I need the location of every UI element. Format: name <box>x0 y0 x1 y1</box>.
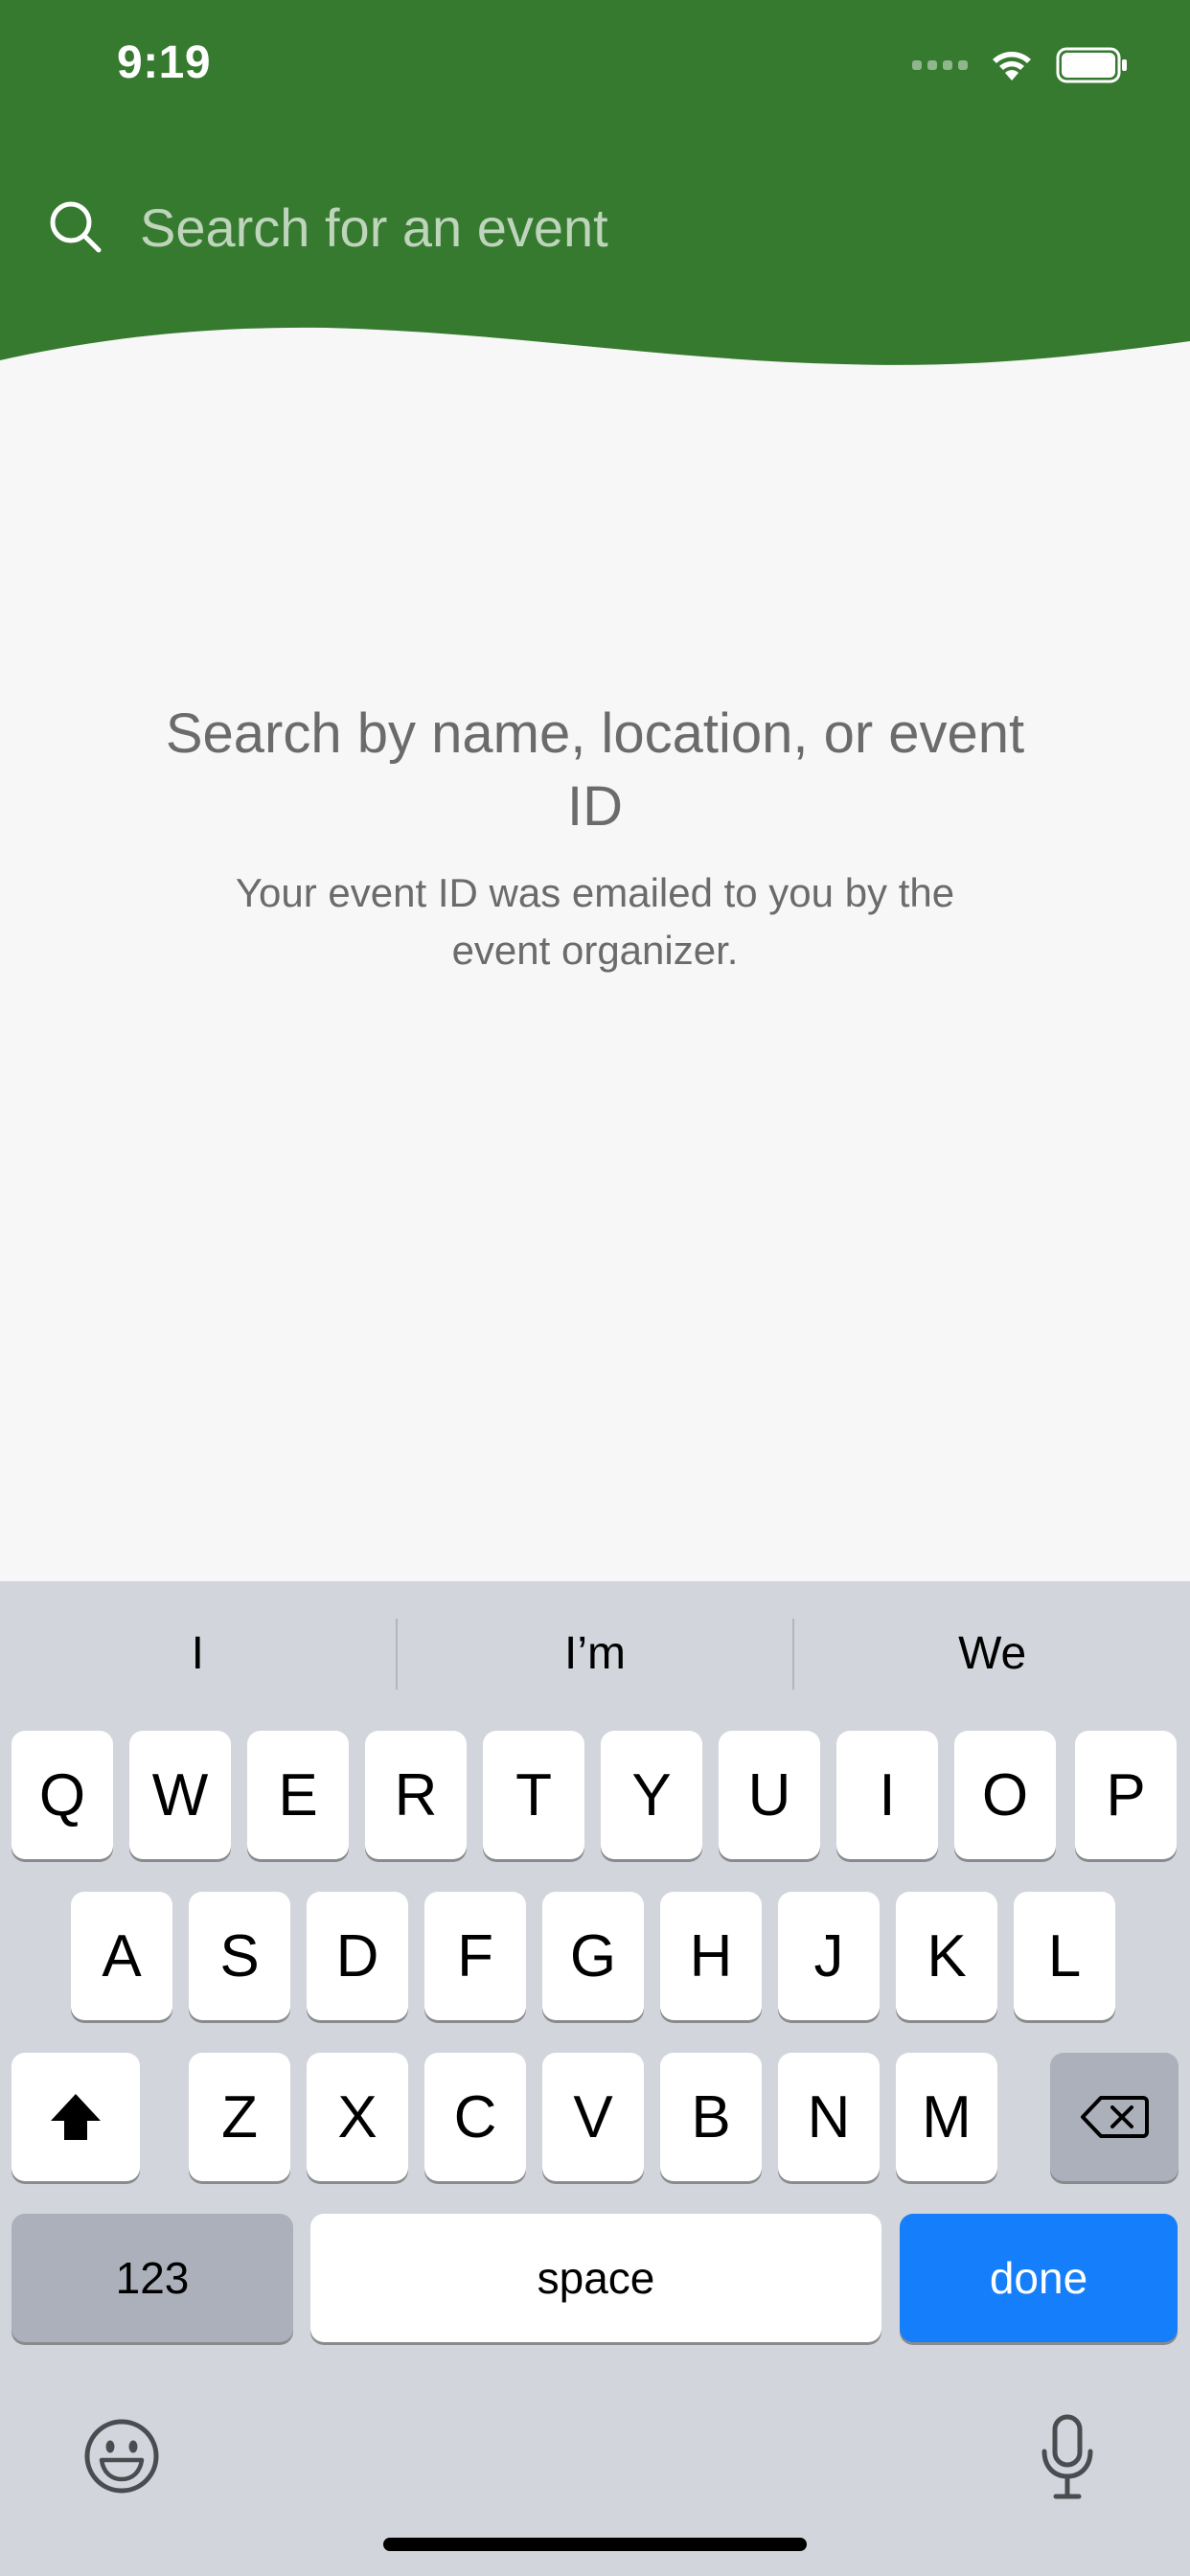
status-icons <box>912 42 1129 88</box>
empty-state-title: Search by name, location, or event ID <box>165 702 1025 838</box>
search-bar[interactable] <box>48 184 1140 270</box>
key-j[interactable]: J <box>778 1892 880 2020</box>
suggestion-bar: I I’m We <box>0 1581 1190 1727</box>
key-y[interactable]: Y <box>601 1731 702 1859</box>
key-b[interactable]: B <box>660 2053 762 2181</box>
key-q[interactable]: Q <box>11 1731 113 1859</box>
battery-icon <box>1056 47 1127 83</box>
shift-key[interactable] <box>11 2053 140 2181</box>
numbers-key[interactable]: 123 <box>11 2214 293 2342</box>
key-i[interactable]: I <box>836 1731 938 1859</box>
key-x[interactable]: X <box>307 2053 408 2181</box>
key-f[interactable]: F <box>424 1892 526 2020</box>
key-n[interactable]: N <box>778 2053 880 2181</box>
key-m[interactable]: M <box>896 2053 997 2181</box>
key-s[interactable]: S <box>189 1892 290 2020</box>
suggestion-item[interactable]: I’m <box>398 1581 793 1727</box>
suggestion-item[interactable]: We <box>794 1581 1190 1727</box>
home-indicator <box>383 2538 807 2551</box>
backspace-key[interactable] <box>1050 2053 1179 2181</box>
empty-state: Search by name, location, or event ID Yo… <box>134 698 1056 979</box>
emoji-icon[interactable] <box>82 2417 161 2496</box>
key-k[interactable]: K <box>896 1892 997 2020</box>
space-key[interactable]: space <box>310 2214 881 2342</box>
suggestion-item[interactable]: I <box>0 1581 396 1727</box>
search-input[interactable] <box>140 184 1098 270</box>
key-w[interactable]: W <box>129 1731 231 1859</box>
key-c[interactable]: C <box>424 2053 526 2181</box>
key-d[interactable]: D <box>307 1892 408 2020</box>
header: 9:19 <box>0 0 1190 374</box>
microphone-icon[interactable] <box>1037 2413 1098 2501</box>
done-button[interactable]: done <box>900 2214 1178 2342</box>
search-icon <box>50 201 102 253</box>
key-r[interactable]: R <box>365 1731 467 1859</box>
key-o[interactable]: O <box>954 1731 1056 1859</box>
key-g[interactable]: G <box>542 1892 644 2020</box>
backspace-icon <box>1081 2096 1149 2138</box>
key-z[interactable]: Z <box>189 2053 290 2181</box>
shift-icon <box>51 2094 101 2140</box>
empty-state-subtitle: Your event ID was emailed to you by the … <box>235 870 955 973</box>
signal-icon <box>912 60 968 70</box>
key-h[interactable]: H <box>660 1892 762 2020</box>
key-l[interactable]: L <box>1014 1892 1115 2020</box>
wifi-icon <box>993 52 1031 80</box>
key-u[interactable]: U <box>719 1731 820 1859</box>
key-a[interactable]: A <box>71 1892 172 2020</box>
keyboard: I I’m We Q W E R T Y U I O P A S D F G H… <box>0 1581 1190 2576</box>
status-time: 9:19 <box>117 37 212 88</box>
key-e[interactable]: E <box>247 1731 349 1859</box>
key-v[interactable]: V <box>542 2053 644 2181</box>
key-t[interactable]: T <box>483 1731 584 1859</box>
key-p[interactable]: P <box>1075 1731 1177 1859</box>
